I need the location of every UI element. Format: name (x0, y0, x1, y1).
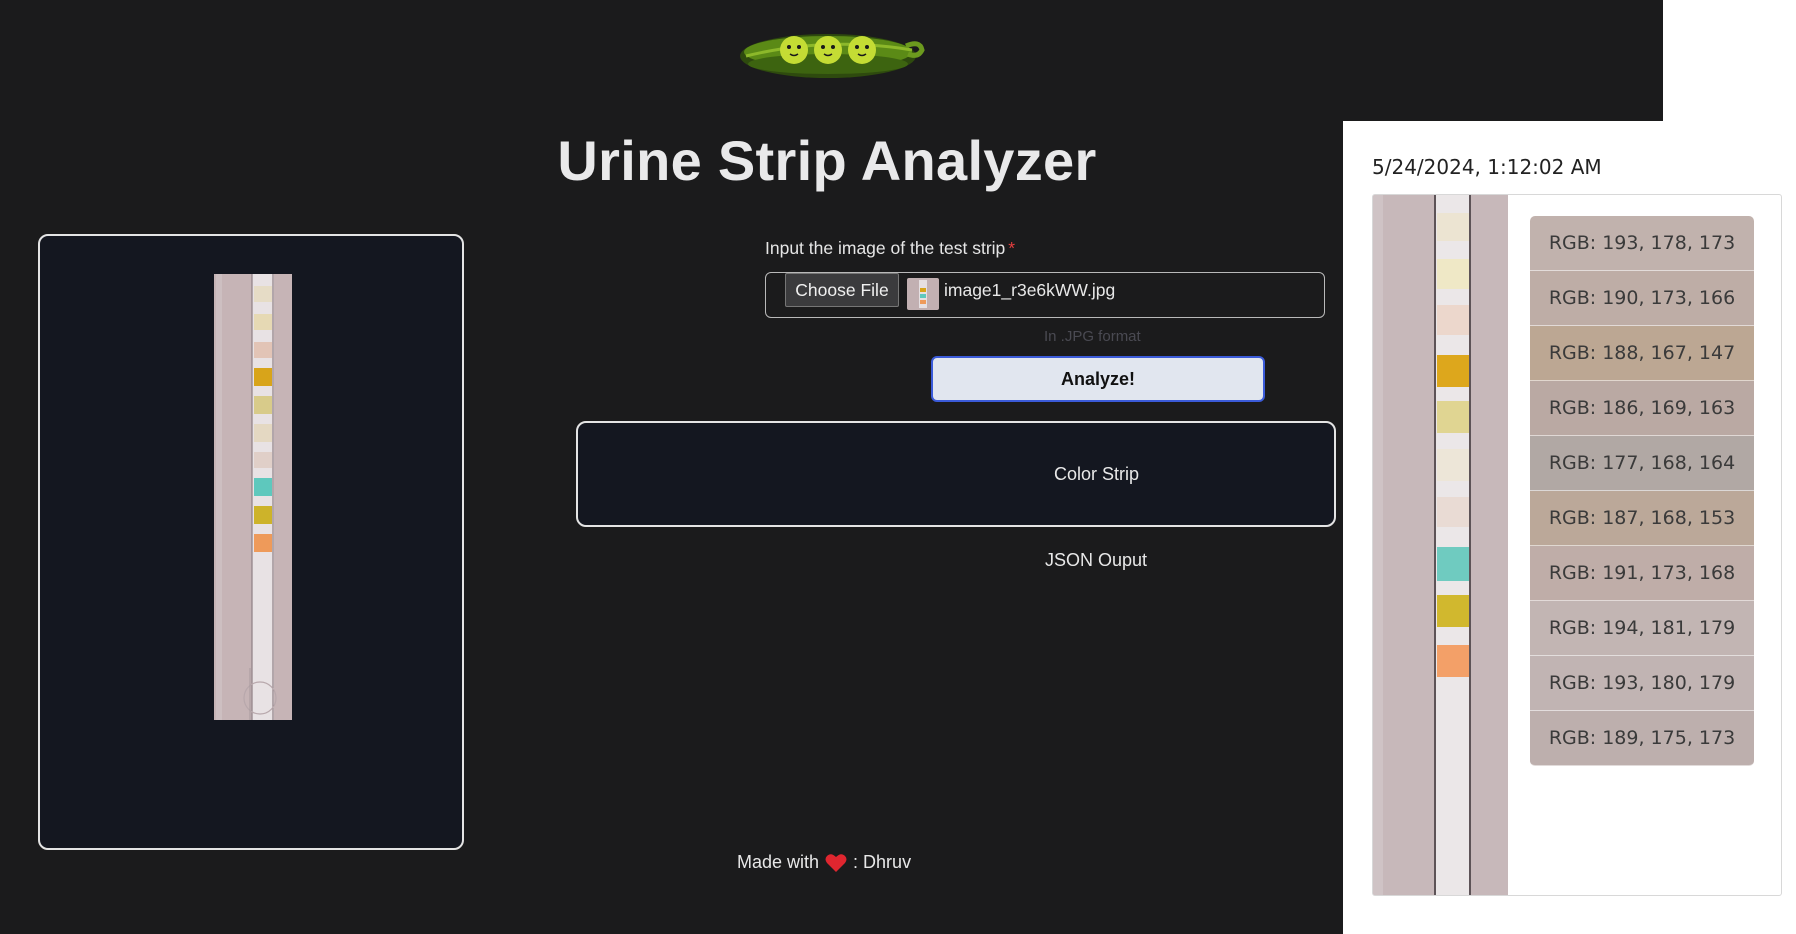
upload-label: Input the image of the test strip * (765, 238, 1015, 259)
analyze-button[interactable]: Analyze! (931, 356, 1265, 402)
rgb-value-item: RGB: 190, 173, 166 (1530, 271, 1754, 326)
upload-label-text: Input the image of the test strip (765, 238, 1006, 258)
rgb-value-item: RGB: 193, 178, 173 (1530, 216, 1754, 271)
rgb-value-item: RGB: 194, 181, 179 (1530, 601, 1754, 656)
footer-made-with: Made with (737, 852, 820, 872)
rgb-value-list: RGB: 193, 178, 173 RGB: 190, 173, 166 RGB:… (1530, 216, 1754, 766)
selected-file-name: image1_r3e6kWW.jpg (944, 280, 1116, 300)
results-overlay: 5/24/2024, 1:12:02 AM RGB: 193, 178, 173… (1343, 121, 1796, 934)
json-output-label: JSON Ouput (1045, 550, 1148, 570)
choose-file-button[interactable]: Choose File (785, 273, 899, 307)
uploaded-strip-preview (214, 274, 292, 720)
footer: Made with : Dhruv (737, 852, 911, 873)
footer-author: : Dhruv (853, 852, 912, 872)
format-hint: In .JPG format (1044, 328, 1141, 345)
color-strip-label: Color Strip (1054, 464, 1140, 484)
file-input[interactable]: Choose File image1_r3e6kWW.jpg (765, 272, 1325, 318)
file-thumbnail-icon (907, 278, 939, 310)
page-title: Urine Strip Analyzer (557, 129, 1097, 192)
rgb-value-item: RGB: 188, 167, 147 (1530, 326, 1754, 381)
rgb-value-item: RGB: 177, 168, 164 (1530, 436, 1754, 491)
rgb-value-item: RGB: 186, 169, 163 (1530, 381, 1754, 436)
heart-icon (825, 853, 847, 872)
pea-pod-logo-icon (740, 34, 925, 78)
result-strip-image (1373, 195, 1508, 895)
rgb-value-item: RGB: 191, 173, 168 (1530, 546, 1754, 601)
result-card: RGB: 193, 178, 173 RGB: 190, 173, 166 RGB:… (1372, 194, 1782, 896)
rgb-value-item: RGB: 187, 168, 153 (1530, 491, 1754, 546)
image-preview-panel (38, 234, 464, 850)
color-strip-panel (576, 421, 1336, 527)
rgb-value-item: RGB: 193, 180, 179 (1530, 656, 1754, 711)
result-timestamp: 5/24/2024, 1:12:02 AM (1372, 155, 1602, 179)
rgb-value-item: RGB: 189, 175, 173 (1530, 711, 1754, 766)
required-marker: * (1008, 238, 1016, 258)
